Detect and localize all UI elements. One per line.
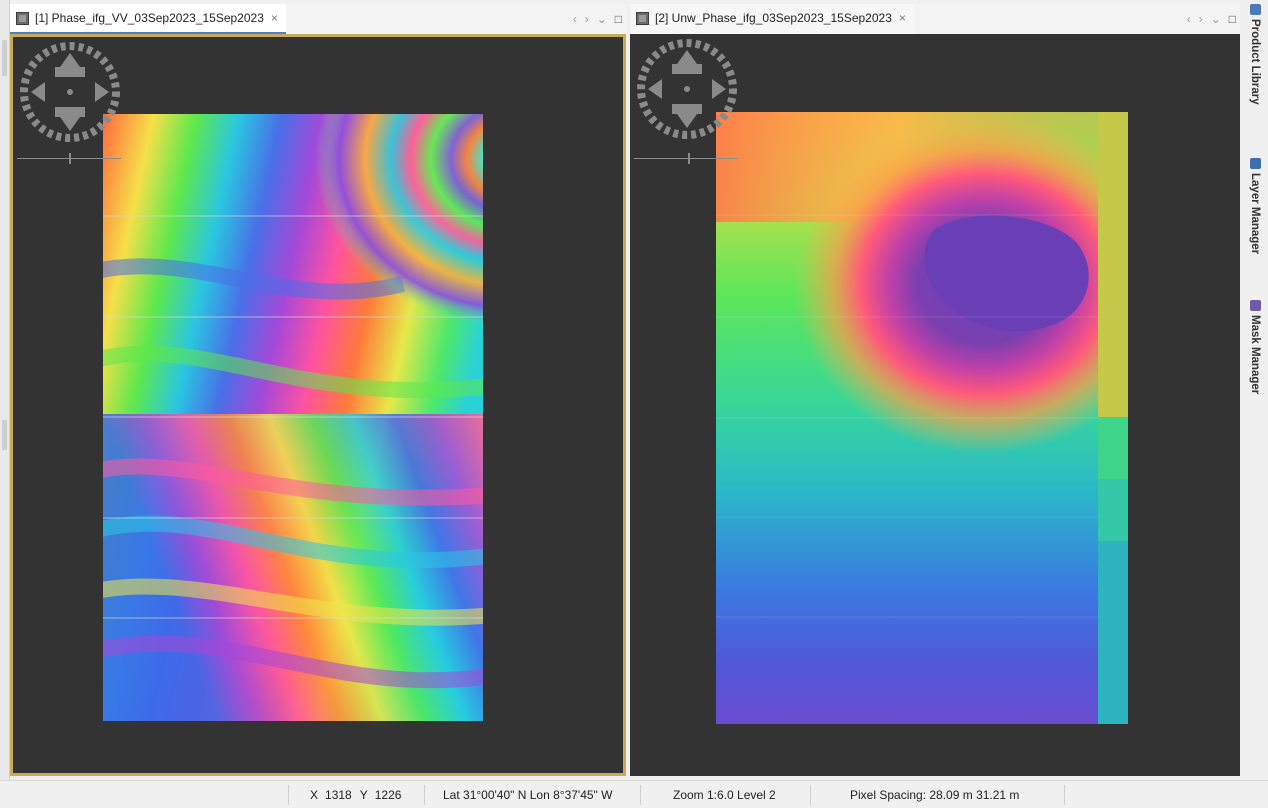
pan-navigation-icon[interactable] (634, 36, 740, 142)
zoom-slider-icon[interactable] (17, 153, 121, 164)
collapsed-panel-handle[interactable] (2, 420, 7, 450)
image-viewport[interactable] (10, 34, 626, 776)
pixel-spacing-readout: Pixel Spacing: 28.09 m 31.21 m (850, 787, 1020, 802)
view-tab-bar: [1] Phase_ifg_VV_03Sep2023_15Sep2023 × ‹… (10, 4, 626, 34)
unwrapped-phase-view: [2] Unw_Phase_ifg_03Sep2023_15Sep2023 × … (630, 4, 1240, 776)
wrapped-phase-raster[interactable] (103, 114, 483, 721)
raster-document-icon (16, 11, 29, 25)
view-tab-bar: [2] Unw_Phase_ifg_03Sep2023_15Sep2023 × … (630, 4, 1240, 34)
tab-controls: ‹ › ⌄ □ (1187, 4, 1236, 34)
chevron-down-icon[interactable]: ⌄ (597, 12, 607, 26)
zoom-slider-icon[interactable] (634, 153, 738, 164)
side-dock: Product Library Layer Manager Mask Manag… (1242, 0, 1268, 780)
dock-label: Product Library (1249, 19, 1261, 105)
close-icon[interactable]: × (271, 11, 278, 25)
pixel-y-value: 1226 (374, 787, 402, 802)
pixel-position-readout: X 1318 Y 1226 (310, 781, 401, 808)
pan-navigation-icon[interactable] (17, 39, 123, 145)
zoom-slider-knob[interactable] (688, 153, 690, 164)
maximize-icon[interactable]: □ (1229, 12, 1236, 26)
maximize-icon[interactable]: □ (615, 12, 622, 26)
collapsed-panel-handle[interactable] (2, 40, 7, 76)
dock-label: Layer Manager (1249, 173, 1261, 255)
pixel-y-label: Y (359, 787, 368, 802)
mask-manager-icon (1249, 300, 1261, 311)
pixel-x-value: 1318 (325, 787, 352, 802)
chevron-left-icon[interactable]: ‹ (1187, 12, 1191, 26)
status-separator (424, 785, 425, 805)
chevron-right-icon[interactable]: › (585, 12, 589, 26)
chevron-left-icon[interactable]: ‹ (573, 12, 577, 26)
layer-manager-icon (1249, 158, 1261, 169)
chevron-right-icon[interactable]: › (1199, 12, 1203, 26)
close-icon[interactable]: × (899, 11, 906, 25)
unwrapped-phase-image (716, 112, 1128, 724)
status-separator (810, 785, 811, 805)
wrapped-phase-image (103, 114, 483, 721)
tab-title: [2] Unw_Phase_ifg_03Sep2023_15Sep2023 (655, 11, 892, 25)
status-separator (288, 785, 289, 805)
product-library-tab[interactable]: Product Library (1245, 4, 1265, 105)
dock-label: Mask Manager (1249, 315, 1261, 395)
tab-controls: ‹ › ⌄ □ (573, 4, 622, 34)
layer-manager-tab[interactable]: Layer Manager (1245, 158, 1265, 254)
raster-document-icon (636, 11, 649, 25)
pixel-x-label: X (310, 787, 319, 802)
left-edge-strip (0, 0, 10, 780)
tab-title: [1] Phase_ifg_VV_03Sep2023_15Sep2023 (35, 11, 264, 25)
status-bar: X 1318 Y 1226 Lat 31°00'40" N Lon 8°37'4… (0, 780, 1268, 808)
wrapped-phase-view: [1] Phase_ifg_VV_03Sep2023_15Sep2023 × ‹… (10, 4, 626, 776)
image-viewport[interactable] (630, 34, 1240, 776)
status-separator (1064, 785, 1065, 805)
mask-manager-tab[interactable]: Mask Manager (1245, 300, 1265, 394)
product-library-icon (1249, 4, 1261, 15)
unwrapped-phase-raster[interactable] (716, 112, 1128, 724)
chevron-down-icon[interactable]: ⌄ (1211, 12, 1221, 26)
tab-unwrapped-phase[interactable]: [2] Unw_Phase_ifg_03Sep2023_15Sep2023 × (630, 4, 914, 34)
tab-wrapped-phase[interactable]: [1] Phase_ifg_VV_03Sep2023_15Sep2023 × (10, 4, 286, 34)
geo-position-readout: Lat 31°00'40" N Lon 8°37'45" W (443, 787, 613, 802)
zoom-slider-knob[interactable] (69, 153, 71, 164)
status-separator (640, 785, 641, 805)
zoom-level-readout: Zoom 1:6.0 Level 2 (673, 787, 776, 802)
